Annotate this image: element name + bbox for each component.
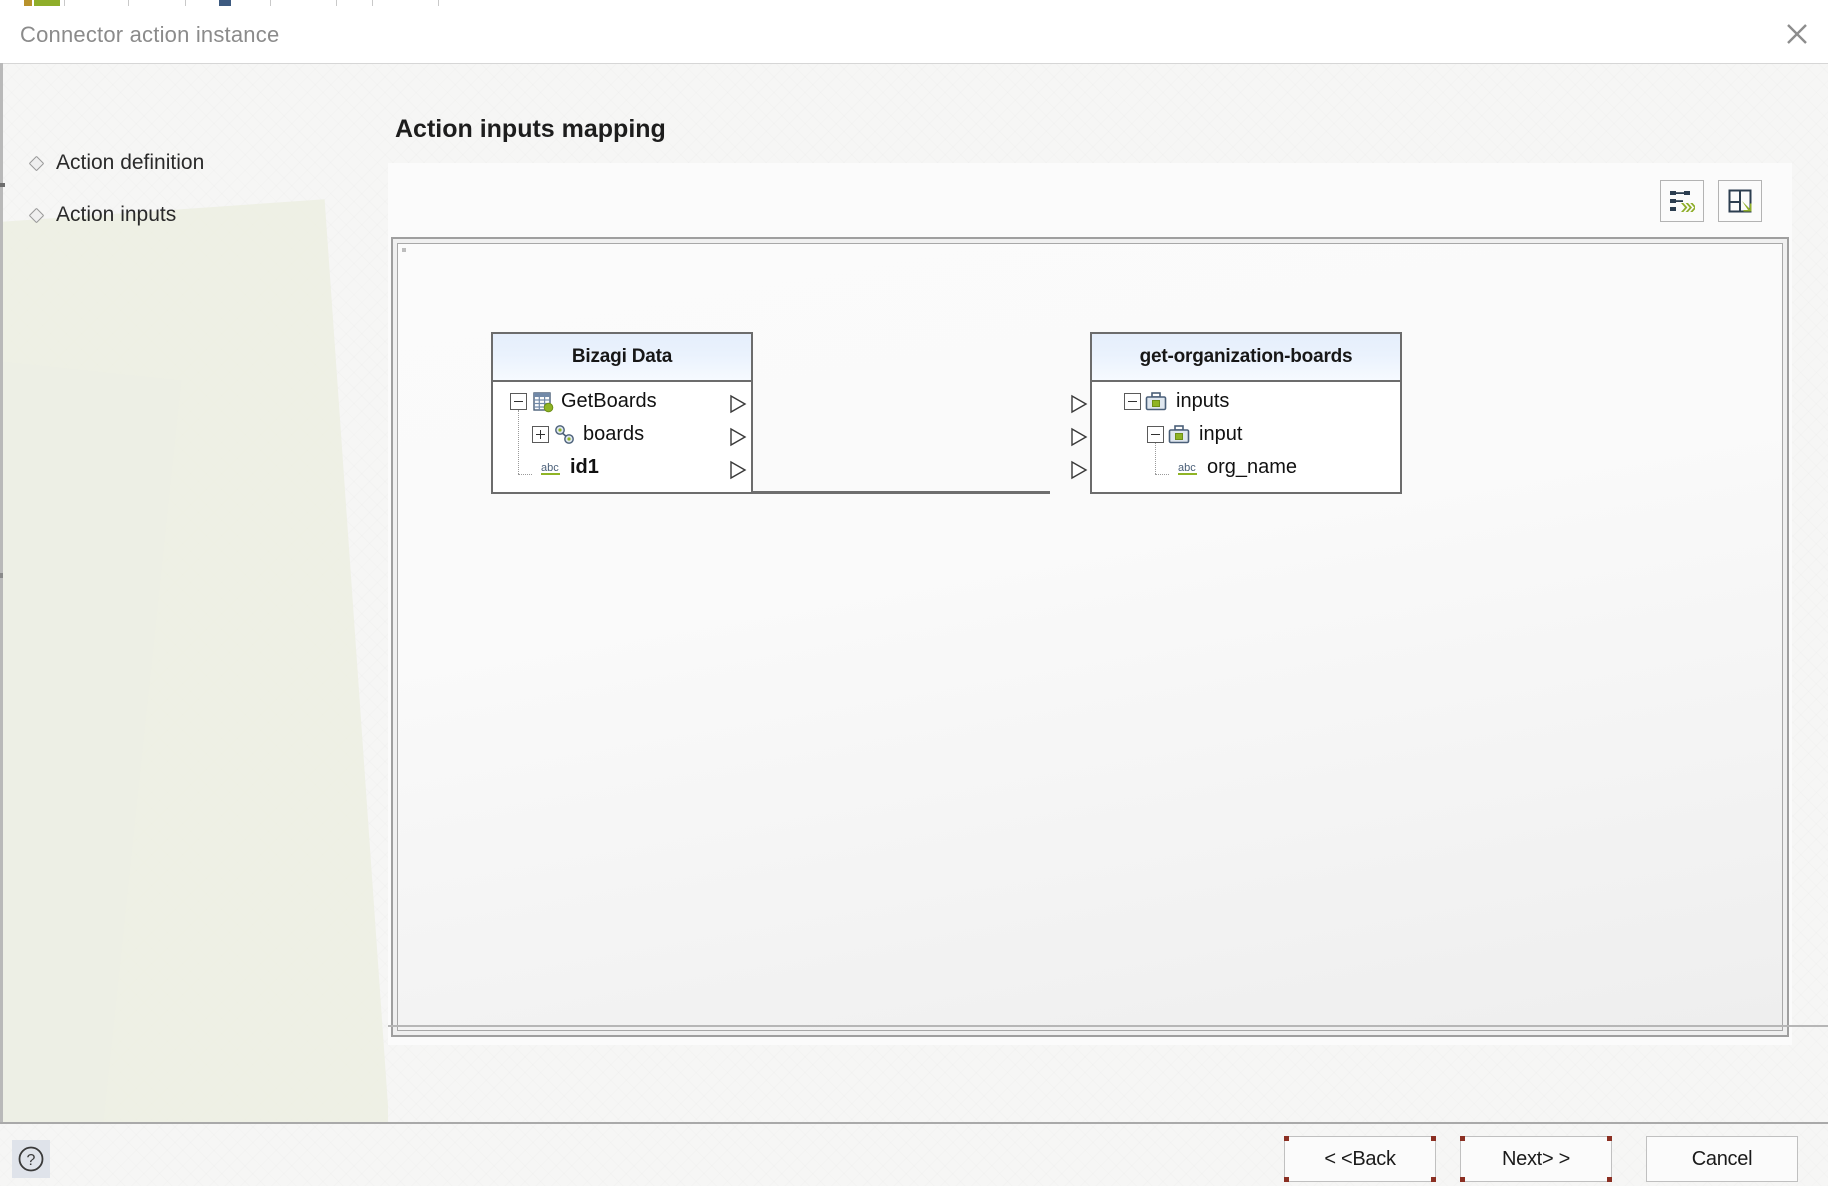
main-content: Action inputs mapping Bizagi Data GetBoa… bbox=[388, 63, 1828, 1123]
fit-to-window-button[interactable] bbox=[1718, 180, 1762, 222]
briefcase-icon bbox=[1168, 424, 1190, 443]
wizard-step-list: Action definition Action inputs bbox=[30, 145, 350, 249]
tree-row[interactable]: abc org_name bbox=[1092, 451, 1400, 484]
tree-row[interactable]: input bbox=[1092, 418, 1400, 451]
diamond-bullet-icon bbox=[30, 157, 43, 170]
abc-string-icon: abc bbox=[541, 462, 560, 475]
output-port-getboards[interactable] bbox=[728, 394, 748, 414]
svg-text:?: ? bbox=[27, 1152, 36, 1169]
tree-row-label: input bbox=[1199, 423, 1243, 445]
entity-relation-icon bbox=[555, 424, 574, 444]
sidebar-item-action-definition[interactable]: Action definition bbox=[30, 145, 350, 181]
output-port-boards[interactable] bbox=[728, 427, 748, 447]
cancel-button-label: Cancel bbox=[1691, 1147, 1753, 1170]
tree-row[interactable]: inputs bbox=[1092, 385, 1400, 418]
target-node-title: get-organization-boards bbox=[1092, 334, 1400, 382]
next-button[interactable]: Next> > bbox=[1460, 1136, 1612, 1182]
auto-map-button[interactable] bbox=[1660, 180, 1704, 222]
source-node-title: Bizagi Data bbox=[493, 334, 751, 382]
mapping-toolbar bbox=[388, 163, 1792, 237]
mapping-canvas[interactable]: Bizagi Data GetBoards boards abc id1 get… bbox=[397, 243, 1783, 1031]
target-node-get-organization-boards[interactable]: get-organization-boards inputs input abc… bbox=[1071, 332, 1402, 494]
mapping-canvas-frame: Bizagi Data GetBoards boards abc id1 get… bbox=[391, 237, 1789, 1037]
page-title: Action inputs mapping bbox=[395, 115, 666, 143]
help-icon: ? bbox=[18, 1146, 44, 1172]
tree-row-label: id1 bbox=[570, 456, 599, 478]
dialog-title: Connector action instance bbox=[20, 22, 280, 47]
tree-row-label: org_name bbox=[1207, 456, 1298, 478]
input-port-inputs[interactable] bbox=[1069, 394, 1089, 414]
wizard-button-bar: < <Back Next> > Cancel bbox=[1260, 1136, 1798, 1182]
tree-row[interactable]: abc id1 bbox=[493, 451, 751, 484]
output-port-id1[interactable] bbox=[728, 460, 748, 480]
svg-text:abc: abc bbox=[541, 462, 559, 474]
source-node-bizagi-data[interactable]: Bizagi Data GetBoards boards abc id1 bbox=[491, 332, 753, 494]
collapse-expander-icon[interactable] bbox=[1124, 393, 1141, 410]
tree-row-label: GetBoards bbox=[561, 390, 657, 412]
connector-action-instance-dialog: Connector action instance Action definit… bbox=[0, 0, 1828, 1186]
close-button[interactable] bbox=[1766, 6, 1828, 62]
target-node-tree: inputs input abc org_name bbox=[1092, 382, 1400, 490]
expand-expander-icon[interactable] bbox=[532, 426, 549, 443]
canvas-anchor-dot bbox=[402, 248, 406, 252]
panel-separator bbox=[388, 1025, 1828, 1027]
source-node-tree: GetBoards boards abc id1 bbox=[493, 382, 751, 490]
collapse-expander-icon[interactable] bbox=[510, 393, 527, 410]
tree-row-label: boards bbox=[583, 423, 645, 445]
svg-text:abc: abc bbox=[1178, 462, 1196, 474]
data-table-icon bbox=[533, 391, 554, 412]
auto-map-icon bbox=[1670, 191, 1695, 212]
sidebar-item-label: Action definition bbox=[56, 151, 205, 174]
tree-row[interactable]: boards bbox=[493, 418, 751, 451]
abc-string-icon: abc bbox=[1178, 462, 1197, 475]
input-port-input[interactable] bbox=[1069, 427, 1089, 447]
tree-row-label: inputs bbox=[1176, 390, 1230, 412]
fit-to-window-icon bbox=[1728, 189, 1752, 213]
collapse-expander-icon[interactable] bbox=[1147, 426, 1164, 443]
diamond-bullet-icon bbox=[30, 209, 43, 222]
briefcase-icon bbox=[1145, 391, 1167, 410]
cancel-button[interactable]: Cancel bbox=[1646, 1136, 1798, 1182]
dialog-title-bar: Connector action instance bbox=[0, 6, 1828, 64]
next-button-label: Next> > bbox=[1502, 1147, 1570, 1170]
back-button-label: < <Back bbox=[1324, 1147, 1396, 1170]
input-port-org-name[interactable] bbox=[1069, 460, 1089, 480]
footer-separator bbox=[0, 1122, 1828, 1124]
close-icon bbox=[1787, 24, 1807, 44]
sidebar-item-action-inputs[interactable]: Action inputs bbox=[30, 197, 350, 233]
mapping-panel: Bizagi Data GetBoards boards abc id1 get… bbox=[388, 163, 1792, 1045]
tree-row[interactable]: GetBoards bbox=[493, 385, 751, 418]
help-button[interactable]: ? bbox=[12, 1140, 50, 1178]
sidebar-item-label: Action inputs bbox=[56, 203, 177, 226]
back-button[interactable]: < <Back bbox=[1284, 1136, 1436, 1182]
